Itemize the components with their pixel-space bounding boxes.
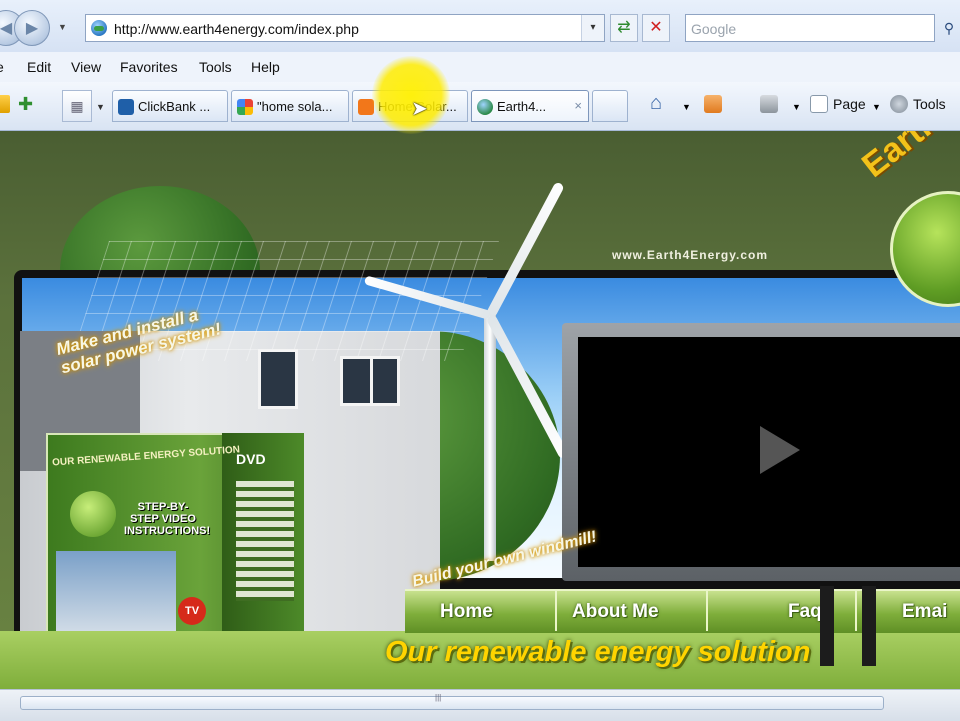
presenter-figure: [820, 586, 834, 666]
refresh-icon: ⇄: [617, 19, 631, 36]
earth4energy-favicon: [477, 99, 493, 115]
dvd-steps-label: STEP-BY-STEP VIDEO INSTRUCTIONS!: [124, 501, 211, 537]
page-menu-button[interactable]: Page: [833, 96, 866, 112]
nav-about-link[interactable]: About Me: [572, 601, 659, 623]
nav-faq-link[interactable]: Faq: [788, 601, 822, 623]
quick-tabs-icon: ▦: [70, 98, 84, 114]
web-page-content: www.Earth4Energy.com Make and install a …: [0, 131, 960, 689]
home-icon[interactable]: ⌂: [650, 92, 668, 114]
page-dropdown[interactable]: ▼: [872, 102, 881, 112]
stop-button[interactable]: ✕: [642, 14, 670, 42]
tab-clickbank[interactable]: ClickBank ...: [112, 90, 228, 122]
blogger-icon: [358, 99, 374, 115]
menu-view[interactable]: View: [71, 59, 101, 75]
site-tagline: Our renewable energy solution: [385, 636, 811, 668]
refresh-button[interactable]: ⇄: [610, 14, 638, 42]
print-icon[interactable]: [760, 95, 778, 113]
search-button[interactable]: ⚲: [938, 14, 960, 42]
stop-icon: ✕: [649, 19, 663, 36]
tv-badge: TV: [178, 597, 206, 625]
site-url-text: www.Earth4Energy.com: [612, 248, 769, 262]
nav-separator: [706, 589, 708, 631]
address-dropdown-button[interactable]: ▾: [581, 15, 604, 41]
forward-button[interactable]: ▶: [14, 10, 50, 46]
house-window: [370, 356, 400, 406]
menu-help[interactable]: Help: [251, 59, 280, 75]
presenter-figure: [862, 586, 876, 666]
address-url-text: http://www.earth4energy.com/index.php: [114, 21, 359, 37]
favorites-star-icon[interactable]: [0, 95, 10, 113]
nav-separator: [555, 589, 557, 631]
search-placeholder: Google: [691, 21, 737, 37]
nav-home-link[interactable]: Home: [440, 601, 493, 623]
tab-label: ClickBank ...: [138, 99, 211, 114]
tab-label: Earth4...: [497, 99, 547, 114]
earth4energy-logo-text: Earth 4: [855, 131, 960, 185]
feeds-icon[interactable]: [704, 95, 722, 113]
page-icon: [810, 95, 828, 113]
tab-google-search[interactable]: "home sola...: [231, 90, 349, 122]
address-field[interactable]: http://www.earth4energy.com/index.php ▾: [85, 14, 605, 42]
menu-bar: e Edit View Favorites Tools Help: [0, 52, 960, 83]
quick-tabs-button[interactable]: ▦: [62, 90, 92, 122]
menu-file[interactable]: e: [0, 59, 4, 75]
address-bar-row: ◀ ▶ ▼ http://www.earth4energy.com/index.…: [0, 0, 960, 53]
clickbank-icon: [118, 99, 134, 115]
history-dropdown[interactable]: ▼: [58, 22, 67, 32]
forward-arrow-icon: ▶: [25, 20, 39, 37]
nav-email-link[interactable]: Emai: [902, 601, 947, 623]
play-icon[interactable]: [760, 426, 800, 474]
google-icon: [237, 99, 253, 115]
new-tab-button[interactable]: [592, 90, 628, 122]
tab-home-solar[interactable]: Home Solar...: [352, 90, 468, 122]
menu-favorites[interactable]: Favorites: [120, 59, 178, 75]
scrollbar-thumb[interactable]: [20, 696, 884, 710]
tab-bar: ✚ ▦ ▼ ClickBank ... "home sola... Home S…: [0, 82, 960, 131]
tab-list-dropdown[interactable]: ▼: [96, 102, 105, 112]
menu-edit[interactable]: Edit: [27, 59, 51, 75]
dvd-side-text: [236, 481, 294, 601]
search-icon: ⚲: [943, 20, 955, 36]
site-favicon-icon: [91, 20, 107, 36]
tab-close-icon[interactable]: ×: [574, 98, 582, 113]
tab-label: "home sola...: [257, 99, 333, 114]
tab-earth4energy[interactable]: Earth4... ×: [471, 90, 589, 122]
home-dropdown[interactable]: ▼: [682, 102, 691, 112]
nav-separator: [855, 589, 857, 631]
menu-tools[interactable]: Tools: [199, 59, 232, 75]
dvd-badge: DVD: [236, 451, 266, 467]
mouse-pointer-icon: ➤: [411, 98, 428, 120]
wind-turbine-tower: [484, 311, 496, 561]
gear-icon: [890, 95, 908, 113]
dvd-logo-globe: [70, 491, 116, 537]
horizontal-scrollbar[interactable]: |||: [0, 689, 960, 721]
scrollbar-grip-icon: |||: [435, 693, 442, 702]
add-favorites-icon[interactable]: ✚: [18, 94, 33, 115]
house-window: [258, 349, 298, 409]
print-dropdown[interactable]: ▼: [792, 102, 801, 112]
tools-menu-button[interactable]: Tools: [913, 96, 946, 112]
search-field[interactable]: Google: [685, 14, 935, 42]
